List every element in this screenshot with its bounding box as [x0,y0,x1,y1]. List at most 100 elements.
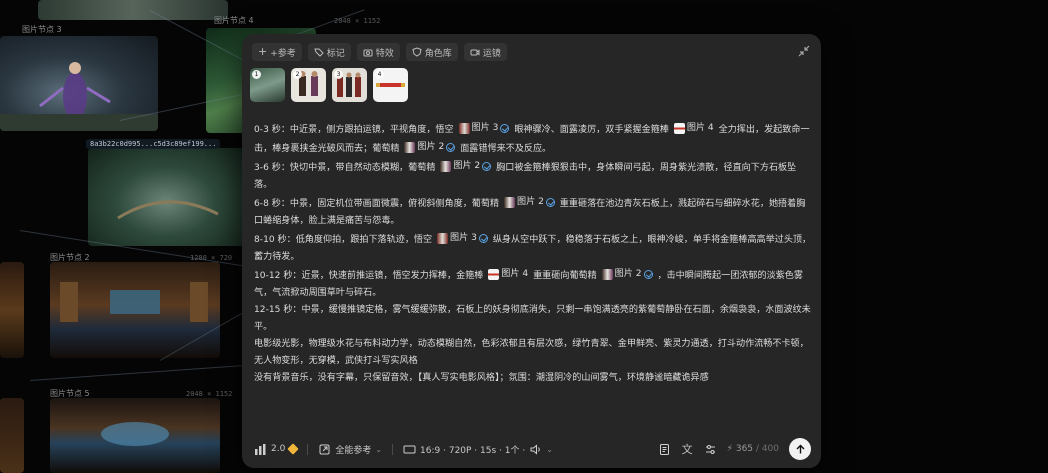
canvas-label: 图片节点 4 [214,16,254,25]
canvas-label: 图片节点 5 [50,389,90,398]
camera-motion-label: 运镜 [482,48,501,59]
prompt-line: 8-10 秒：低角度仰拍，跟拍下落轨迹，悟空 图片 3 纵身从空中跃下，稳稳落于… [254,230,814,266]
camera-icon [363,49,373,57]
canvas-label: 图片节点 2 [50,253,90,262]
image-reference-chip[interactable]: 图片 3 [458,120,510,137]
prompt-line: 没有背景音乐，没有字幕，只保留音效，【真人写实电影风格】；氛围：潮湿阴冷的山间雾… [254,373,709,383]
chevron-down-icon: ⌄ [375,444,383,454]
node-connection [29,364,250,381]
effects-label: 特效 [375,48,394,59]
reference-thumb-characters[interactable]: 2 [291,68,326,102]
model-version: 2.0 [271,444,286,454]
prompt-text[interactable]: 0-3 秒：中近景，侧方跟拍运镜，平视角度，悟空 图片 3 眼神骤冷、面露凌厉，… [254,120,814,387]
add-reference-button[interactable]: + +参考 [252,43,302,61]
canvas-node-hash: 8a3b22c0d995...c5d3c89ef199... [86,139,221,149]
image-reference-chip[interactable]: 图片 3 [437,230,488,247]
hall-pool-icon [101,422,169,446]
canvas-image-bridge[interactable] [88,148,244,246]
arrow-up-icon [796,444,804,453]
aspect-ratio-icon [403,445,416,453]
prompt-line: 0-3 秒：中近景，侧方跟拍运镜，平视角度，悟空 图片 3 眼神骤冷、面露凌厉，… [254,120,814,158]
reference-mode-icon [319,444,330,454]
mark-label: 标记 [326,48,345,59]
check-icon [446,143,456,152]
shield-icon [412,47,422,57]
camera-motion-button[interactable]: 运镜 [463,43,507,61]
thumb-index: 4 [375,70,384,79]
character-library-button[interactable]: 角色库 [405,43,458,61]
tag-icon [314,48,324,57]
ref-thumb-characters [440,161,452,172]
output-spec-selector[interactable]: 16:9 · 720P · 15s · 1个 · ⌄ [403,443,553,456]
output-specs: 16:9 · 720P · 15s · 1个 · [420,445,526,456]
canvas-image-column-2[interactable] [0,398,24,473]
check-icon [478,234,488,243]
panel-bottom-bar: 2.0 全能参考 ⌄ 16:9 · 720P · 15s · 1个 · ⌄ 文 … [254,438,811,460]
prompt-line: 电影级光影，物理级水花与布料动力学，动态模糊自然，色彩浓郁且有层次感，绿竹青翠、… [254,339,809,366]
ref-thumb-trio [458,123,470,134]
prompt-line: 10-12 秒：近景，快速前推运镜，悟空发力挥棒，金箍棒 图片 4 重重砸向葡萄… [254,266,814,302]
settings-sliders-icon[interactable] [704,443,717,456]
image-reference-chip[interactable]: 图片 2 [504,194,555,211]
prompt-line: 6-8 秒：中景，固定机位带画面微震，俯视斜侧角度，葡萄精 图片 2 重重砸落在… [254,194,814,230]
lightning-icon: ⚡ [726,444,733,454]
ref-thumb-characters [504,197,515,208]
bottom-right-actions: 文 ⚡ 365 / 400 [658,438,811,460]
ref-thumb-characters [601,269,613,280]
check-icon [545,198,555,207]
mark-button[interactable]: 标记 [307,43,351,61]
prompt-line: 3-6 秒：快切中景，带自然动态模糊，葡萄精 图片 2 胸口被金箍棒狠狠击中，身… [254,158,814,194]
reference-thumb-trio[interactable]: 3 [332,68,367,102]
credits-total: / 400 [755,444,779,454]
translate-icon[interactable]: 文 [681,443,694,456]
reference-thumb-forest[interactable]: 1 [250,68,285,102]
image-reference-chip[interactable]: 图片 4 [673,120,714,137]
prompt-line: 12-15 秒：中景，缓慢推镜定格，雾气缓缓弥散，石板上的妖身彻底消失，只剩一串… [254,305,811,332]
credits-used: 365 [735,444,754,454]
check-icon [643,270,653,279]
divider [392,443,394,455]
speaker-icon [530,443,540,455]
thumb-index: 3 [334,70,343,79]
bridge-icon [117,200,219,220]
canvas-image-hall-2[interactable] [50,398,220,473]
thumb-index: 2 [293,70,302,79]
ref-thumb-staff [673,123,685,134]
effects-button[interactable]: 特效 [356,43,400,61]
canvas-image-hall[interactable] [50,262,220,358]
canvas-image-top[interactable] [38,0,228,20]
hall-windows-icon [60,282,208,322]
send-button[interactable] [789,438,811,460]
reference-thumb-staff[interactable]: 4 [373,68,408,102]
image-reference-chip[interactable]: 图片 2 [601,266,653,283]
canvas-label: 图片节点 3 [22,25,62,34]
ref-thumb-characters [404,142,416,153]
prompt-panel: + +参考 标记 特效 角色库 运镜 1 2 3 4 0-3 秒：中近景，侧方跟… [242,34,821,468]
canvas-image-column[interactable] [0,262,24,358]
image-reference-chip[interactable]: 图片 2 [404,139,456,156]
video-icon [470,49,480,56]
bar-chart-icon [255,443,266,455]
panel-toolbar: + +参考 标记 特效 角色库 运镜 [252,43,507,61]
canvas-size: 2048 × 1152 [186,390,233,398]
reference-mode-label: 全能参考 [335,445,372,456]
ref-thumb-trio [437,233,449,244]
character-library-label: 角色库 [424,48,452,59]
model-selector[interactable]: 2.0 [254,443,299,456]
image-reference-chip[interactable]: 图片 2 [440,158,492,175]
ref-thumb-staff [488,269,500,280]
credit-counter: ⚡ 365 / 400 [727,444,779,454]
premium-gem-icon [287,443,299,455]
divider [307,443,309,455]
check-icon [482,162,492,171]
collapse-icon[interactable] [797,44,811,58]
add-reference-label: +参考 [270,48,296,59]
plus-icon: + [258,45,268,58]
reference-thumbnails: 1 2 3 4 [250,68,408,102]
image-reference-chip[interactable]: 图片 4 [488,266,528,283]
thumb-index: 1 [252,70,261,79]
reference-mode-selector[interactable]: 全能参考 ⌄ [318,443,382,456]
document-icon[interactable] [658,443,671,456]
check-icon [500,124,510,133]
chevron-down-icon: ⌄ [546,444,553,454]
